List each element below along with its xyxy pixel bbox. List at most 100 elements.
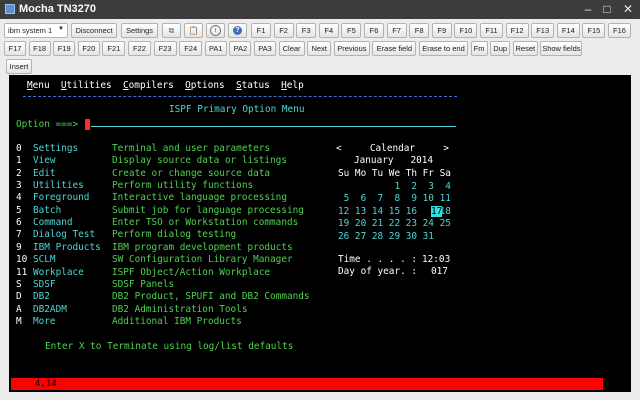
f20-button[interactable]: F20 (77, 41, 100, 56)
menu-options[interactable]: Options (185, 80, 225, 91)
f21-button[interactable]: F21 (102, 41, 126, 56)
fkey-f12-button[interactable]: F12 (505, 23, 529, 38)
erase-field-button[interactable]: Erase field (372, 41, 417, 56)
option-name[interactable]: Workplace (33, 267, 84, 279)
option-name[interactable]: More (33, 316, 56, 328)
help-button[interactable]: ? (228, 23, 247, 38)
fkey-f4-button[interactable]: F4 (318, 23, 339, 38)
option-description: Terminal and user parameters (112, 143, 271, 154)
menu-bar: Menu Utilities Compilers Options Status … (27, 80, 304, 92)
option-name[interactable]: Command (33, 217, 73, 229)
reset-button[interactable]: Reset (512, 41, 538, 56)
option-name[interactable]: View (33, 155, 56, 167)
option-name[interactable]: IBM Products (33, 242, 101, 254)
option-prompt: Option ===> (16, 119, 79, 130)
menu-label: tatus (241, 80, 270, 91)
option-key[interactable]: 10 (16, 254, 27, 266)
fkey-f8-button[interactable]: F8 (409, 23, 430, 38)
copy-icon: ⧉ (168, 25, 175, 35)
fkey-f3-button[interactable]: F3 (296, 23, 317, 38)
fkey-f16-button[interactable]: F16 (608, 23, 631, 38)
f19-button[interactable]: F19 (53, 41, 76, 56)
option-name[interactable]: Batch (33, 205, 61, 217)
calendar-week: 5 6 7 8 9 10 11 (338, 193, 451, 205)
pa3-button[interactable]: PA3 (254, 41, 276, 56)
terminal-cursor (85, 119, 90, 130)
fkey-f14-button[interactable]: F14 (556, 23, 580, 38)
f24-button[interactable]: F24 (179, 41, 203, 56)
next-button[interactable]: Next (307, 41, 332, 56)
time-value: 12:03 (422, 254, 451, 265)
clear-button[interactable]: Clear (278, 41, 305, 56)
option-name[interactable]: Dialog Test (33, 229, 95, 241)
menu-label: tilities (66, 80, 112, 91)
option-name[interactable]: SDSF (33, 279, 56, 291)
erase-to-end-button[interactable]: Erase to end (419, 41, 468, 56)
maximize-button[interactable]: □ (598, 1, 616, 18)
settings-button[interactable]: Settings (121, 23, 158, 38)
terminal-screen[interactable]: Menu Utilities Compilers Options Status … (9, 75, 631, 392)
option-name[interactable]: Utilities (33, 180, 84, 192)
option-description: Perform utility functions (112, 180, 254, 192)
menu-menu[interactable]: Menu (27, 80, 50, 91)
pa1-button[interactable]: PA1 (204, 41, 227, 56)
calendar-next[interactable]: > (443, 143, 449, 154)
pa2-button[interactable]: PA2 (229, 41, 252, 56)
option-key[interactable]: S (16, 279, 22, 291)
option-key[interactable]: M (16, 316, 22, 328)
option-key[interactable]: 4 (16, 192, 22, 204)
option-name[interactable]: DB2ADM (33, 304, 67, 316)
option-key[interactable]: 1 (16, 155, 22, 167)
dup-button[interactable]: Dup (490, 41, 511, 56)
info-button[interactable]: i (206, 23, 225, 38)
menu-help[interactable]: Help (281, 80, 304, 91)
previous-button[interactable]: Previous (333, 41, 370, 56)
insert-button[interactable]: Insert (6, 59, 32, 74)
option-key[interactable]: 3 (16, 180, 22, 192)
option-key[interactable]: 9 (16, 242, 22, 254)
option-name[interactable]: Edit (33, 168, 56, 180)
menu-utilities[interactable]: Utilities (61, 80, 112, 91)
calendar-week: 1 2 3 4 (338, 181, 451, 192)
option-key[interactable]: 6 (16, 217, 22, 229)
fkey-f5-button[interactable]: F5 (341, 23, 362, 38)
fkey-f1-button[interactable]: F1 (251, 23, 271, 38)
fkey-f6-button[interactable]: F6 (364, 23, 384, 38)
disconnect-button[interactable]: Disconnect (71, 23, 117, 38)
show-fields-button[interactable]: Show fields (540, 41, 583, 56)
option-key[interactable]: 2 (16, 168, 22, 180)
option-input[interactable] (91, 126, 456, 127)
fkey-f11-button[interactable]: F11 (480, 23, 503, 38)
copy-button[interactable]: ⧉ (162, 23, 181, 38)
f17-button[interactable]: F17 (4, 41, 26, 56)
fkey-f13-button[interactable]: F13 (531, 23, 555, 38)
window-title: Mocha TN3270 (19, 3, 97, 15)
option-key[interactable]: 0 (16, 143, 22, 155)
option-key[interactable]: D (16, 291, 22, 303)
paste-icon: 📋 (188, 26, 199, 35)
option-key[interactable]: 7 (16, 229, 22, 241)
fm-button[interactable]: Fm (470, 41, 488, 56)
option-key[interactable]: 11 (16, 267, 27, 279)
option-name[interactable]: Foreground (33, 192, 89, 204)
fkey-f2-button[interactable]: F2 (273, 23, 294, 38)
option-name[interactable]: Settings (33, 143, 78, 155)
fkey-f7-button[interactable]: F7 (386, 23, 407, 38)
fkey-f9-button[interactable]: F9 (431, 23, 452, 38)
f23-button[interactable]: F23 (153, 41, 177, 56)
option-key[interactable]: 5 (16, 205, 22, 217)
f22-button[interactable]: F22 (128, 41, 151, 56)
option-description: Display source data or listings (112, 155, 287, 167)
paste-button[interactable]: 📋 (184, 23, 203, 38)
option-key[interactable]: A (16, 304, 22, 316)
session-select[interactable]: ibm system 1 ▼ (4, 23, 68, 38)
menu-compilers[interactable]: Compilers (123, 80, 174, 91)
f18-button[interactable]: F18 (28, 41, 51, 56)
fkey-f10-button[interactable]: F10 (454, 23, 478, 38)
fkey-f15-button[interactable]: F15 (582, 23, 606, 38)
menu-status[interactable]: Status (236, 80, 270, 91)
option-name[interactable]: DB2 (33, 291, 50, 303)
close-button[interactable]: ✕ (619, 1, 637, 18)
minimize-button[interactable]: – (579, 1, 597, 18)
option-name[interactable]: SCLM (33, 254, 56, 266)
